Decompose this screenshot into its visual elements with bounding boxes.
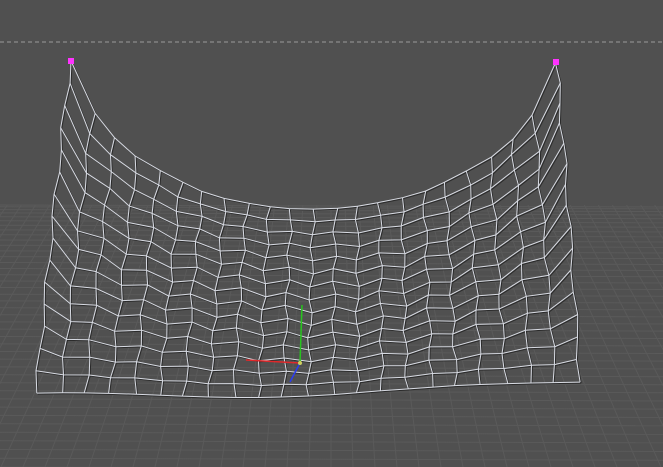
pinned-vertex-2[interactable] xyxy=(553,59,559,65)
gizmo-center-handle[interactable] xyxy=(298,361,302,365)
pinned-vertex-1[interactable] xyxy=(68,58,74,64)
3d-viewport[interactable] xyxy=(0,0,663,467)
viewport-canvas[interactable] xyxy=(0,0,663,467)
